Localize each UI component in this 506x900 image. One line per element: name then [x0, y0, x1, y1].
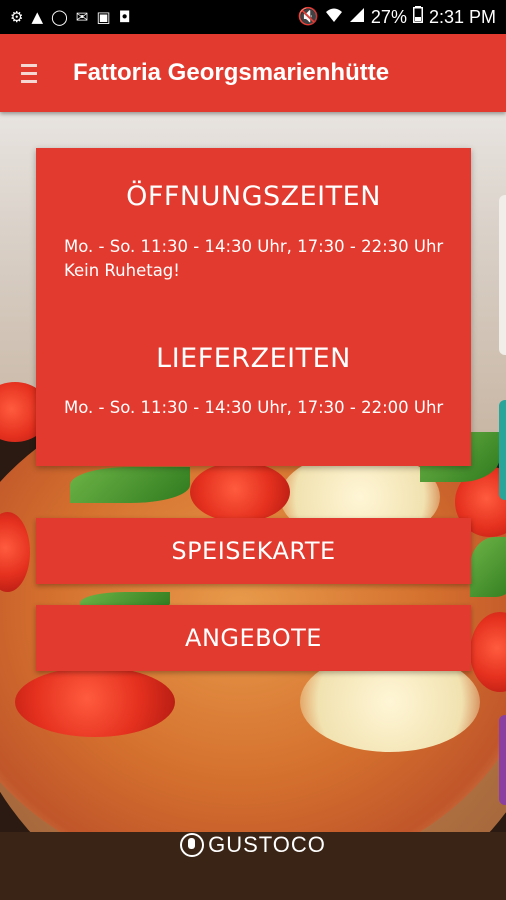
delivery-hours-text: Mo. - So. 11:30 - 14:30 Uhr, 17:30 - 22:… — [64, 398, 444, 417]
system-icons: 🔇 27% 2:31 PM — [298, 6, 496, 28]
mute-icon: 🔇 — [297, 7, 319, 27]
wifi-icon — [325, 7, 343, 28]
whatsapp-icon: ◯ — [51, 8, 68, 26]
offers-button[interactable]: ANGEBOTE — [36, 605, 471, 671]
rest-day-note: Kein Ruhetag! — [64, 261, 180, 280]
package-icon: ◘ — [118, 8, 131, 26]
signal-icon — [349, 7, 365, 28]
battery-icon — [412, 6, 423, 28]
status-bar: ⚙ ▲ ◯ ✉ ▣ ◘ 🔇 27% 2:31 PM — [0, 0, 506, 34]
mail-icon: ✉ — [75, 8, 89, 26]
gustoco-logo: GUSTOCO — [0, 832, 506, 858]
opening-hours-times: Mo. - So. 11:30 - 14:30 Uhr, 17:30 - 22:… — [64, 237, 444, 256]
app-bar: Fattoria Georgsmarienhütte — [0, 34, 506, 112]
gear-icon: ⚙ — [10, 8, 24, 26]
menu-button[interactable]: SPEISEKARTE — [36, 518, 471, 584]
delivery-hours-title: LIEFERZEITEN — [156, 343, 351, 374]
warning-icon: ▲ — [31, 8, 43, 26]
battery-percent: 27% — [370, 6, 407, 27]
opening-hours-title: ÖFFNUNGSZEITEN — [126, 181, 381, 212]
app-title: Fattoria Georgsmarienhütte — [73, 59, 390, 86]
hamburger-menu-icon[interactable] — [21, 63, 51, 83]
opening-hours-text: Mo. - So. 11:30 - 14:30 Uhr, 17:30 - 22:… — [64, 235, 454, 283]
side-panel-tab[interactable] — [499, 195, 506, 355]
side-panel-tab[interactable] — [499, 715, 506, 805]
notification-icons: ⚙ ▲ ◯ ✉ ▣ ◘ — [10, 8, 130, 26]
clock: 2:31 PM — [428, 6, 496, 27]
gustoco-mic-icon — [180, 833, 205, 857]
image-icon: ▣ — [96, 8, 111, 26]
brand-name: GUSTOCO — [208, 832, 326, 857]
side-panel-tab[interactable] — [499, 400, 506, 500]
opening-hours-card: ÖFFNUNGSZEITEN Mo. - So. 11:30 - 14:30 U… — [36, 148, 471, 466]
